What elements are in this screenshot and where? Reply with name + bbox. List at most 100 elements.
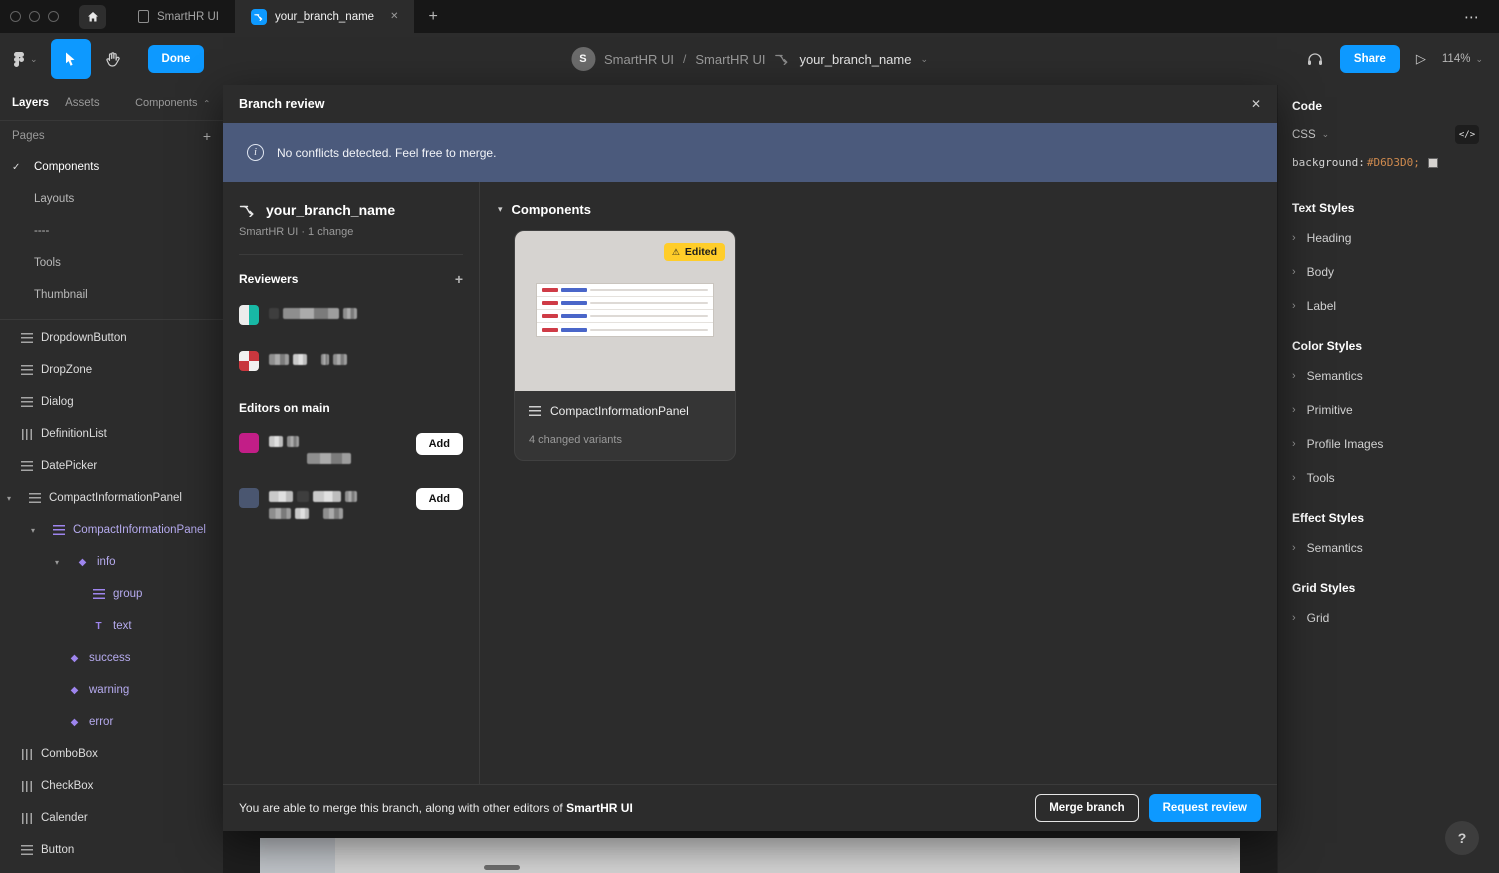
zoom-control[interactable]: 114% ⌄ — [1442, 53, 1483, 65]
layer-row[interactable]: ◆error — [0, 706, 223, 738]
changed-component-card[interactable]: ⚠ Edited CompactInforma — [514, 230, 736, 461]
main-menu-button[interactable]: ⌄ — [0, 33, 50, 85]
language-selector[interactable]: CSS — [1292, 129, 1316, 141]
modal-header: Branch review ✕ — [223, 85, 1277, 123]
close-tab-icon[interactable]: ✕ — [390, 11, 398, 22]
page-item-components[interactable]: ✓Components — [0, 151, 223, 183]
group-icon — [92, 589, 105, 599]
figma-app: SmartHR UI your_branch_name ✕ + ⋯ ⌄ Done… — [0, 0, 1499, 873]
layer-row[interactable]: ◆warning — [0, 674, 223, 706]
components-section-title: Components — [512, 202, 591, 217]
caret-down-icon[interactable]: ▾ — [55, 558, 63, 567]
layer-label: ComboBox — [41, 748, 98, 760]
horizontal-scrollbar[interactable] — [484, 865, 520, 870]
tab-your-branch-name[interactable]: your_branch_name ✕ — [235, 0, 414, 33]
layer-label: info — [97, 556, 116, 568]
page-item-divider[interactable]: ---- — [0, 215, 223, 247]
page-selector[interactable]: Components ⌄ — [135, 97, 211, 109]
layer-row[interactable]: Calender — [0, 802, 223, 834]
code-language-row: CSS ⌄ </> — [1278, 123, 1499, 152]
branch-icon — [774, 53, 790, 65]
layer-row[interactable]: ▾◆info — [0, 546, 223, 578]
page-item-thumbnail[interactable]: Thumbnail — [0, 279, 223, 311]
style-item[interactable]: ›Profile Images — [1278, 427, 1499, 461]
new-tab-button[interactable]: + — [414, 8, 451, 26]
page-item-tools[interactable]: Tools — [0, 247, 223, 279]
layer-row[interactable]: Dialog — [0, 386, 223, 418]
window-controls — [0, 11, 79, 22]
branch-meta: SmartHR UI · 1 change — [239, 226, 463, 238]
component-set-icon — [20, 397, 33, 407]
layer-row[interactable]: Ttext — [0, 610, 223, 642]
changed-variants-count: 4 changed variants — [529, 434, 721, 446]
editors-label: Editors on main — [239, 401, 330, 415]
reviewer-row — [239, 305, 463, 325]
hand-tool-button[interactable] — [93, 39, 133, 79]
add-page-icon[interactable]: + — [203, 128, 211, 144]
branch-name: your_branch_name — [266, 202, 395, 218]
warning-icon: ⚠ — [672, 247, 680, 258]
style-item[interactable]: ›Primitive — [1278, 393, 1499, 427]
layer-row[interactable]: group — [0, 578, 223, 610]
present-play-icon[interactable]: ▷ — [1416, 51, 1426, 67]
layer-label: DefinitionList — [41, 428, 107, 440]
chevron-down-icon[interactable]: ⌄ — [1322, 129, 1330, 140]
layer-row[interactable]: DropdownButton — [0, 322, 223, 354]
caret-down-icon[interactable]: ▾ — [498, 204, 503, 215]
layer-label: Button — [41, 844, 74, 856]
style-item[interactable]: ›Tools — [1278, 461, 1499, 495]
chevron-right-icon: › — [1292, 438, 1296, 450]
more-menu-icon[interactable]: ⋯ — [1446, 8, 1499, 26]
component-set-icon — [28, 493, 41, 503]
share-button[interactable]: Share — [1340, 45, 1400, 73]
component-set-icon — [20, 461, 33, 471]
add-editor-button[interactable]: Add — [416, 488, 463, 510]
close-icon[interactable]: ✕ — [1251, 97, 1261, 111]
page-item-layouts[interactable]: Layouts — [0, 183, 223, 215]
file-breadcrumb[interactable]: S SmartHR UI / SmartHR UI your_branch_na… — [571, 33, 928, 85]
style-item[interactable]: ›Grid — [1278, 601, 1499, 635]
style-item[interactable]: ›Semantics — [1278, 531, 1499, 565]
style-item[interactable]: ›Body — [1278, 255, 1499, 289]
home-button[interactable] — [79, 5, 106, 29]
layer-label: group — [113, 588, 142, 600]
code-panel-title: Code — [1278, 85, 1499, 123]
code-view-icon[interactable]: </> — [1455, 125, 1479, 144]
move-tool-button[interactable] — [51, 39, 91, 79]
layer-row[interactable]: CheckBox — [0, 770, 223, 802]
right-sidebar: Code CSS ⌄ </> background: #D6D3D0; Text… — [1277, 85, 1499, 873]
request-review-button[interactable]: Request review — [1149, 794, 1261, 822]
layer-row[interactable]: DatePicker — [0, 450, 223, 482]
caret-down-icon[interactable]: ▾ — [31, 526, 39, 535]
user-avatar[interactable]: S — [571, 47, 595, 71]
layer-row[interactable]: ◆success — [0, 642, 223, 674]
add-editor-button[interactable]: Add — [416, 433, 463, 455]
tab-assets[interactable]: Assets — [65, 97, 100, 109]
layer-row[interactable]: ▾CompactInformationPanel — [0, 514, 223, 546]
help-button[interactable]: ? — [1445, 821, 1479, 855]
section-title: Text Styles — [1278, 185, 1499, 221]
chevron-right-icon: › — [1292, 404, 1296, 416]
add-reviewer-icon[interactable]: + — [455, 271, 463, 287]
style-label: Grid — [1307, 611, 1330, 625]
done-button[interactable]: Done — [148, 45, 205, 73]
minimize-window-button[interactable] — [29, 11, 40, 22]
close-window-button[interactable] — [10, 11, 21, 22]
style-item[interactable]: ›Heading — [1278, 221, 1499, 255]
caret-down-icon[interactable]: ▾ — [7, 494, 15, 503]
layer-row[interactable]: ▾CompactInformationPanel — [0, 482, 223, 514]
layer-row[interactable]: DropZone — [0, 354, 223, 386]
tab-layers[interactable]: Layers — [12, 97, 49, 109]
merge-branch-button[interactable]: Merge branch — [1035, 794, 1138, 822]
avatar — [239, 305, 259, 325]
layer-row[interactable]: DefinitionList — [0, 418, 223, 450]
maximize-window-button[interactable] — [48, 11, 59, 22]
branch-icon — [239, 204, 257, 217]
style-label: Tools — [1307, 471, 1335, 485]
style-item[interactable]: ›Label — [1278, 289, 1499, 323]
layer-row[interactable]: ComboBox — [0, 738, 223, 770]
layer-row[interactable]: Button — [0, 834, 223, 866]
tab-smarthr-ui[interactable]: SmartHR UI — [122, 0, 235, 33]
style-item[interactable]: ›Semantics — [1278, 359, 1499, 393]
huddle-headphones-icon[interactable] — [1306, 51, 1324, 67]
